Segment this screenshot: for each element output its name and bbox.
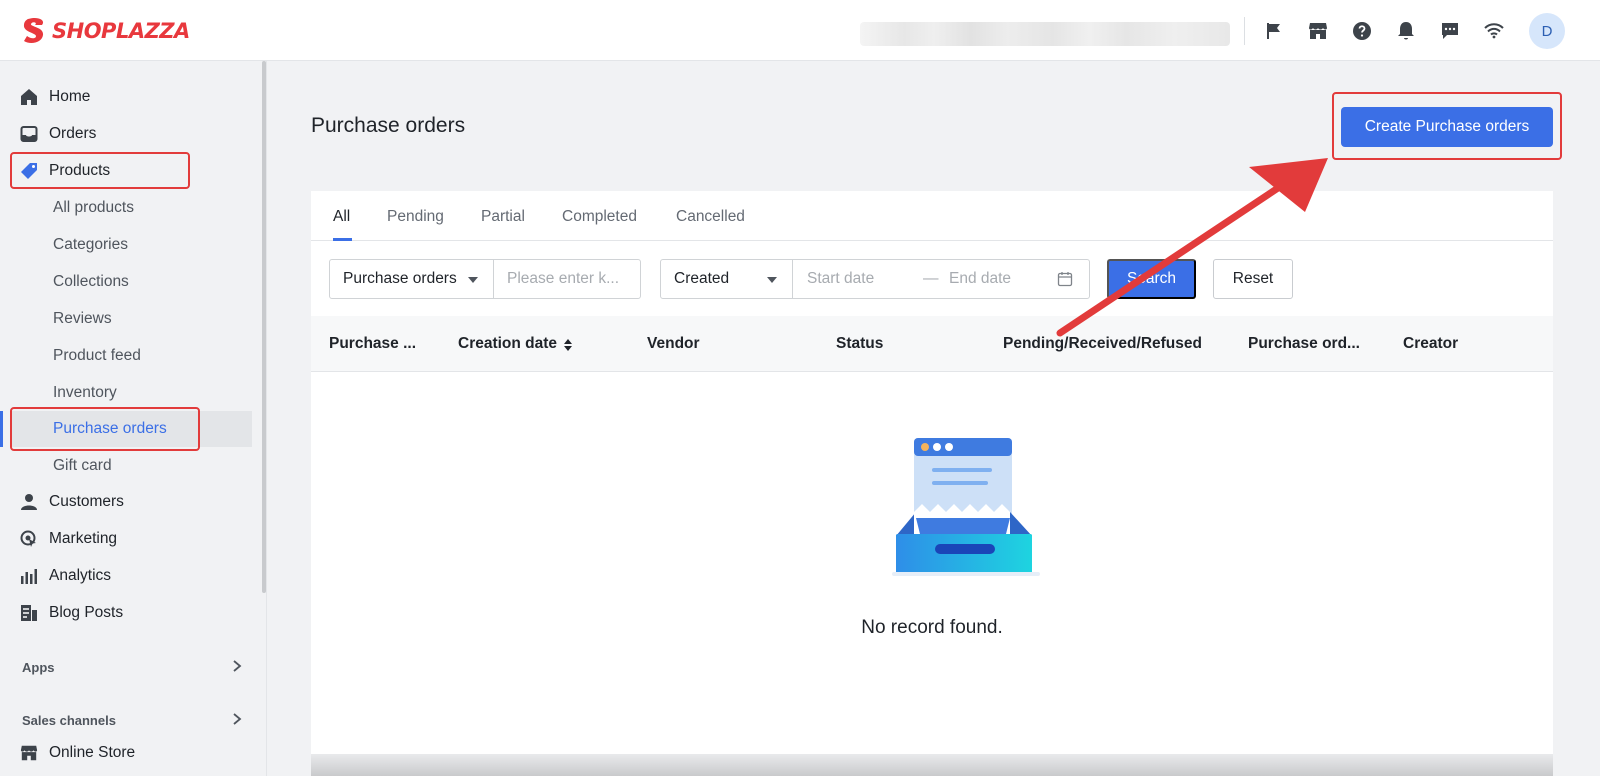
store-icon: [19, 743, 39, 763]
logo-mark-icon: [23, 17, 44, 43]
orders-card: All Pending Partial Completed Cancelled …: [311, 191, 1553, 754]
store-icon[interactable]: [1306, 19, 1330, 43]
store-name-blurred: [860, 22, 1230, 46]
analytics-icon: [19, 566, 39, 586]
sidebar-item-label: Analytics: [49, 567, 112, 584]
status-tabs: All Pending Partial Completed Cancelled: [311, 191, 1553, 241]
blog-icon: [19, 603, 39, 623]
tab-completed[interactable]: Completed: [562, 208, 637, 226]
tab-pending[interactable]: Pending: [387, 208, 444, 226]
sidebar-item-label: Home: [49, 88, 91, 105]
column-vendor: Vendor: [647, 335, 700, 352]
sidebar-section-apps[interactable]: Apps: [22, 660, 55, 675]
search-field-select[interactable]: Purchase orders: [329, 259, 494, 299]
page-title: Purchase orders: [311, 114, 466, 137]
scroll-shadow: [311, 754, 1553, 776]
sidebar-border: [266, 61, 267, 776]
date-type-value: Created: [674, 270, 730, 287]
sidebar-subitem-all-products[interactable]: All products: [10, 190, 252, 226]
chat-icon[interactable]: [1438, 19, 1462, 43]
top-bar: SHOPLAZZA D: [0, 0, 1600, 61]
keyword-input[interactable]: Please enter k...: [493, 259, 641, 299]
date-range-picker[interactable]: Start date — End date: [792, 259, 1090, 299]
bell-icon[interactable]: [1394, 19, 1418, 43]
sidebar-item-home[interactable]: Home: [10, 79, 252, 115]
empty-state-text: No record found.: [861, 617, 1003, 638]
help-icon[interactable]: [1350, 19, 1374, 43]
sidebar-item-online-store[interactable]: Online Store: [10, 735, 252, 771]
start-date-input[interactable]: Start date: [807, 270, 874, 288]
empty-box-illustration: [892, 438, 1040, 576]
sidebar-item-label: Blog Posts: [49, 604, 124, 621]
column-creation-date[interactable]: Creation date: [458, 335, 557, 353]
highlight-purchase-orders: [10, 407, 200, 451]
flag-icon[interactable]: [1262, 19, 1286, 43]
wifi-icon[interactable]: [1482, 19, 1506, 43]
shoplazza-logo[interactable]: SHOPLAZZA: [22, 16, 190, 46]
sidebar-subitem-reviews[interactable]: Reviews: [10, 301, 252, 337]
sidebar-item-orders[interactable]: Orders: [10, 116, 252, 152]
chevron-right-icon[interactable]: [230, 712, 244, 726]
home-icon: [19, 87, 39, 107]
caret-down-icon: [468, 277, 478, 283]
marketing-icon: [19, 529, 39, 549]
search-field-value: Purchase orders: [343, 270, 457, 287]
sidebar-subitem-categories[interactable]: Categories: [10, 227, 252, 263]
sidebar-item-label: Orders: [49, 125, 97, 142]
tab-partial[interactable]: Partial: [481, 208, 525, 226]
annotation-arrow: [1056, 158, 1328, 337]
sort-icon[interactable]: [563, 338, 573, 352]
person-icon: [19, 492, 39, 512]
chevron-right-icon[interactable]: [230, 659, 244, 673]
sidebar-subitem-collections[interactable]: Collections: [10, 264, 252, 300]
create-purchase-orders-button[interactable]: Create Purchase orders: [1341, 107, 1553, 147]
avatar[interactable]: D: [1529, 13, 1565, 49]
sidebar-item-blog-posts[interactable]: Blog Posts: [10, 595, 252, 631]
column-purchase-order: Purchase ...: [329, 335, 417, 352]
sidebar-section-sales-channels[interactable]: Sales channels: [22, 713, 116, 728]
sidebar-item-label: Online Store: [49, 744, 136, 761]
column-creator: Creator: [1403, 335, 1459, 352]
sidebar-subitem-inventory[interactable]: Inventory: [10, 375, 252, 411]
date-type-select[interactable]: Created: [660, 259, 793, 299]
tab-active-underline: [333, 238, 352, 241]
logo-text: SHOPLAZZA: [52, 19, 190, 43]
divider: [1244, 17, 1245, 45]
column-status: Status: [836, 335, 884, 352]
inbox-icon: [19, 124, 39, 144]
highlight-products: [10, 152, 190, 189]
sidebar-item-analytics[interactable]: Analytics: [10, 558, 252, 594]
table-header: Purchase ... Creation date Vendor Status…: [311, 316, 1553, 372]
caret-down-icon: [767, 277, 777, 283]
date-range-separator: —: [923, 270, 939, 287]
sidebar-subitem-gift-card[interactable]: Gift card: [10, 448, 252, 484]
active-indicator: [0, 411, 3, 447]
tab-all[interactable]: All: [333, 208, 350, 226]
sidebar-item-marketing[interactable]: Marketing: [10, 521, 252, 557]
end-date-input[interactable]: End date: [949, 270, 1011, 288]
tab-cancelled[interactable]: Cancelled: [676, 208, 745, 226]
sidebar-item-label: Marketing: [49, 530, 118, 547]
keyword-placeholder: Please enter k...: [507, 270, 620, 287]
sidebar-item-customers[interactable]: Customers: [10, 484, 252, 520]
sidebar-item-label: Customers: [49, 493, 124, 510]
sidebar-subitem-product-feed[interactable]: Product feed: [10, 338, 252, 374]
